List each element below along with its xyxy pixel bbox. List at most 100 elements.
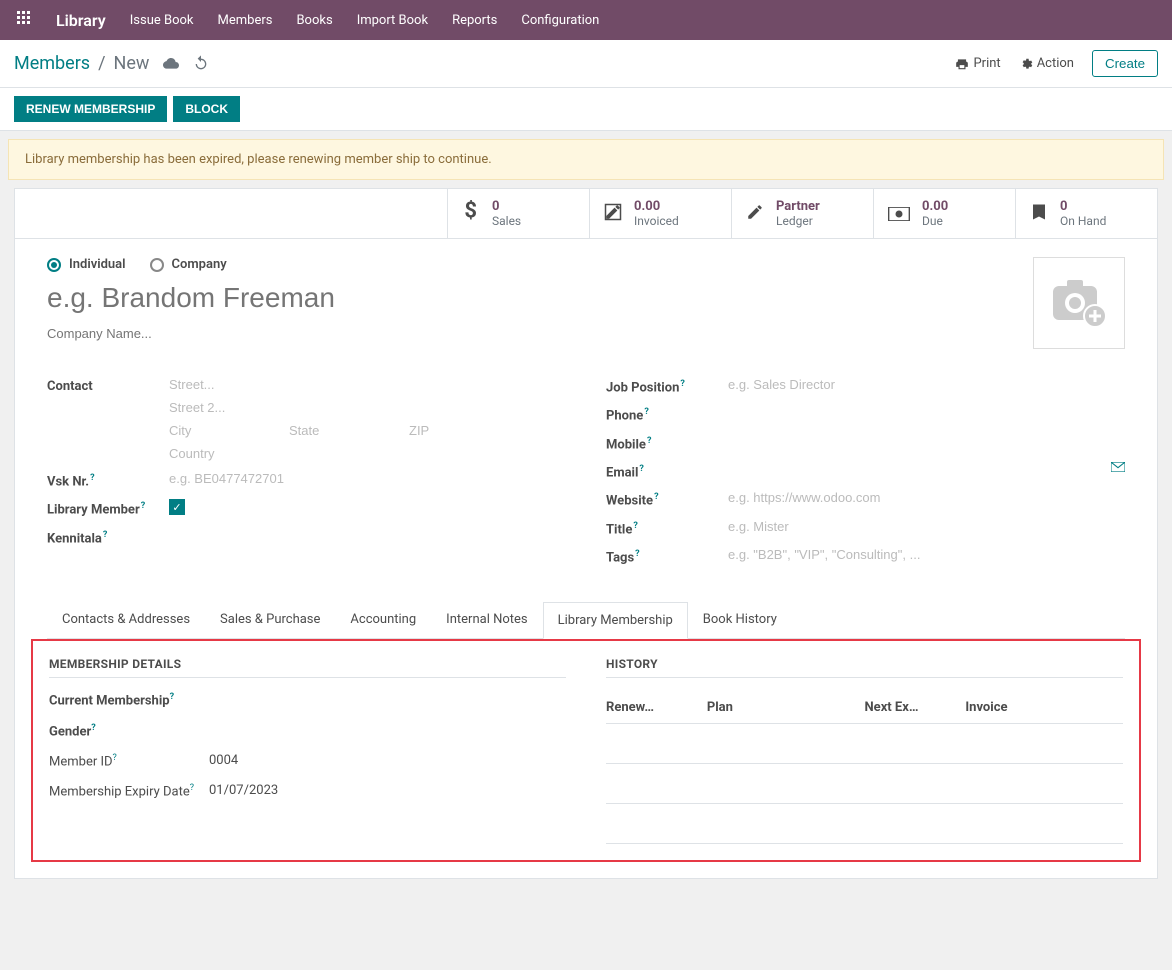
print-label: Print [973, 56, 1000, 71]
stat-sales-label: Sales [492, 214, 521, 228]
cloud-save-icon[interactable] [163, 55, 179, 73]
svg-text:$: $ [464, 200, 477, 222]
radio-company[interactable] [150, 258, 164, 272]
website-label: Website? [606, 490, 728, 508]
stat-onhand[interactable]: 0On Hand [1015, 189, 1157, 238]
history-col-invoice[interactable]: Invoice [965, 700, 1123, 715]
history-col-next[interactable]: Next Ex… [865, 700, 966, 715]
expiry-label: Membership Expiry Date? [49, 783, 209, 799]
stat-invoiced[interactable]: 0.00Invoiced [589, 189, 731, 238]
pencil-square-icon [604, 202, 622, 226]
title-label: Title? [606, 519, 728, 537]
stat-invoiced-label: Invoiced [634, 214, 679, 228]
stat-ledger-value: Partner [776, 199, 820, 214]
left-fields: Contact Vsk Nr.? [47, 377, 566, 575]
phone-label: Phone? [606, 405, 728, 423]
email-input[interactable] [728, 462, 1085, 477]
tags-input[interactable] [728, 547, 1125, 562]
mobile-label: Mobile? [606, 434, 728, 452]
street2-input[interactable] [169, 400, 566, 415]
breadcrumb-root[interactable]: Members [14, 53, 90, 74]
type-radio-group: Individual Company [47, 257, 1033, 272]
discard-icon[interactable] [193, 54, 209, 74]
history-table: Renew… Plan Next Ex… Invoice [606, 692, 1123, 844]
membership-details-header: MEMBERSHIP DETAILS [49, 657, 566, 678]
tags-label: Tags? [606, 547, 728, 565]
state-input[interactable] [289, 423, 369, 438]
library-member-label: Library Member? [47, 499, 169, 517]
city-input[interactable] [169, 423, 249, 438]
status-bar: RENEW MEMBERSHIP BLOCK [0, 88, 1172, 131]
breadcrumb: Members / New [14, 53, 209, 74]
print-button[interactable]: Print [955, 56, 1000, 71]
expiry-value: 01/07/2023 [209, 783, 278, 799]
name-input[interactable] [47, 282, 737, 314]
tab-library-membership[interactable]: Library Membership [543, 602, 688, 639]
membership-details: MEMBERSHIP DETAILS Current Membership? G… [49, 657, 566, 844]
brand-label[interactable]: Library [56, 11, 106, 30]
history-row-empty[interactable] [606, 764, 1123, 804]
stat-row: $ 0Sales 0.00Invoiced PartnerLedger 0.00… [15, 189, 1157, 239]
stat-due-label: Due [922, 214, 948, 228]
tab-notes[interactable]: Internal Notes [431, 601, 542, 638]
email-icon[interactable] [1111, 462, 1125, 475]
stat-onhand-label: On Hand [1060, 214, 1106, 228]
vsk-input[interactable] [169, 471, 566, 486]
create-button[interactable]: Create [1092, 50, 1158, 77]
vsk-label: Vsk Nr.? [47, 471, 169, 489]
country-input[interactable] [169, 446, 566, 461]
tab-accounting[interactable]: Accounting [335, 601, 431, 638]
block-button[interactable]: BLOCK [173, 96, 240, 122]
tabs: Contacts & Addresses Sales & Purchase Ac… [47, 601, 1125, 639]
action-label: Action [1037, 56, 1074, 71]
email-label: Email? [606, 462, 728, 480]
stat-sales-value: 0 [492, 199, 521, 214]
website-input[interactable] [728, 490, 1125, 505]
library-member-checkbox[interactable]: ✓ [169, 499, 185, 515]
money-icon [888, 202, 910, 226]
stat-sales[interactable]: $ 0Sales [447, 189, 589, 238]
history-row-empty[interactable] [606, 804, 1123, 844]
breadcrumb-sep: / [98, 53, 105, 74]
action-button[interactable]: Action [1019, 56, 1074, 71]
mobile-input[interactable] [728, 434, 1125, 449]
title-input[interactable] [728, 519, 1125, 534]
tab-book-history[interactable]: Book History [688, 601, 792, 638]
breadcrumb-current: New [114, 53, 150, 74]
tab-contacts[interactable]: Contacts & Addresses [47, 601, 205, 638]
radio-individual[interactable] [47, 258, 61, 272]
apps-icon[interactable] [16, 10, 32, 30]
phone-input[interactable] [728, 405, 1125, 420]
membership-panel: MEMBERSHIP DETAILS Current Membership? G… [31, 639, 1141, 862]
history-col-plan[interactable]: Plan [707, 700, 865, 715]
nav-members[interactable]: Members [218, 13, 273, 28]
nav-import-book[interactable]: Import Book [357, 13, 428, 28]
nav-configuration[interactable]: Configuration [521, 13, 599, 28]
tab-sales[interactable]: Sales & Purchase [205, 601, 335, 638]
stat-ledger[interactable]: PartnerLedger [731, 189, 873, 238]
history-col-renew[interactable]: Renew… [606, 700, 707, 715]
renew-membership-button[interactable]: RENEW MEMBERSHIP [14, 96, 167, 122]
radio-company-label[interactable]: Company [172, 257, 227, 272]
form-sheet: $ 0Sales 0.00Invoiced PartnerLedger 0.00… [14, 188, 1158, 879]
stat-onhand-value: 0 [1060, 199, 1106, 214]
radio-individual-label[interactable]: Individual [69, 257, 126, 272]
kennitala-input[interactable] [169, 528, 566, 543]
membership-history: HISTORY Renew… Plan Next Ex… Invoice [606, 657, 1123, 844]
nav-books[interactable]: Books [296, 13, 332, 28]
nav-reports[interactable]: Reports [452, 13, 497, 28]
nav-issue-book[interactable]: Issue Book [130, 13, 194, 28]
stat-due-value: 0.00 [922, 199, 948, 214]
member-id-label: Member ID? [49, 753, 209, 769]
stat-invoiced-value: 0.00 [634, 199, 679, 214]
company-input[interactable] [47, 326, 737, 341]
stat-due[interactable]: 0.00Due [873, 189, 1015, 238]
zip-input[interactable] [409, 423, 489, 438]
book-icon [1030, 202, 1048, 226]
street-input[interactable] [169, 377, 566, 392]
contact-label: Contact [47, 377, 169, 461]
job-input[interactable] [728, 377, 1125, 392]
history-header: HISTORY [606, 657, 1123, 678]
image-upload[interactable] [1033, 257, 1125, 349]
history-row-empty[interactable] [606, 724, 1123, 764]
